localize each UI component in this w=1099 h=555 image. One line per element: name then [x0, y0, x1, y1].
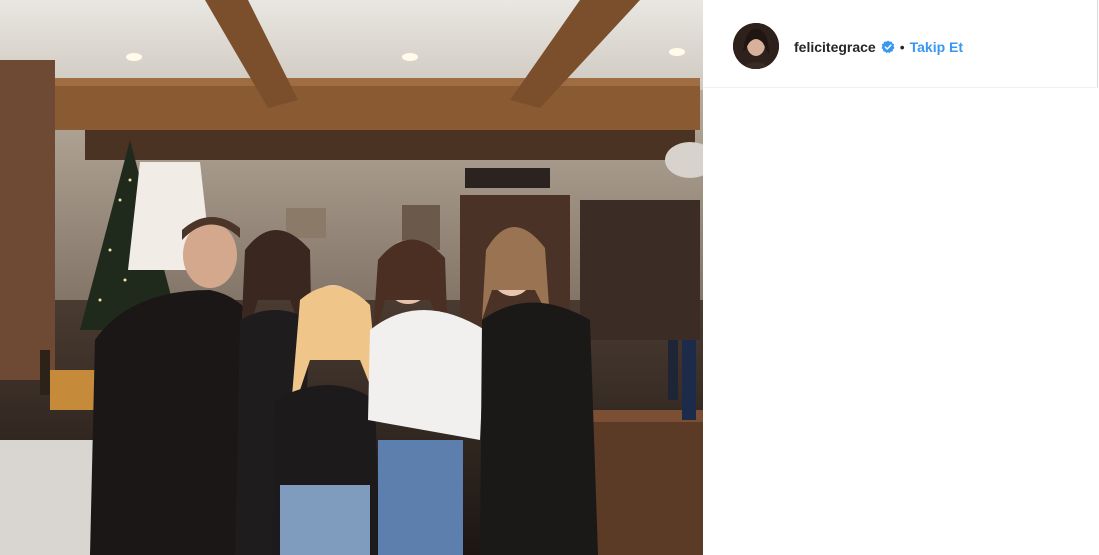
party-photo-illustration [0, 0, 703, 555]
post-side-panel: felicitegrace • Takip Et [703, 0, 1099, 555]
post-meta: felicitegrace • Takip Et [794, 38, 963, 56]
verified-badge-icon [881, 40, 895, 54]
separator-dot: • [899, 39, 905, 55]
username-link[interactable]: felicitegrace [794, 38, 876, 56]
avatar-image [733, 23, 779, 69]
post-photo[interactable] [0, 0, 703, 555]
follow-button[interactable]: Takip Et [910, 38, 963, 56]
avatar[interactable] [733, 23, 779, 69]
post-header: felicitegrace • Takip Et [703, 0, 1098, 88]
